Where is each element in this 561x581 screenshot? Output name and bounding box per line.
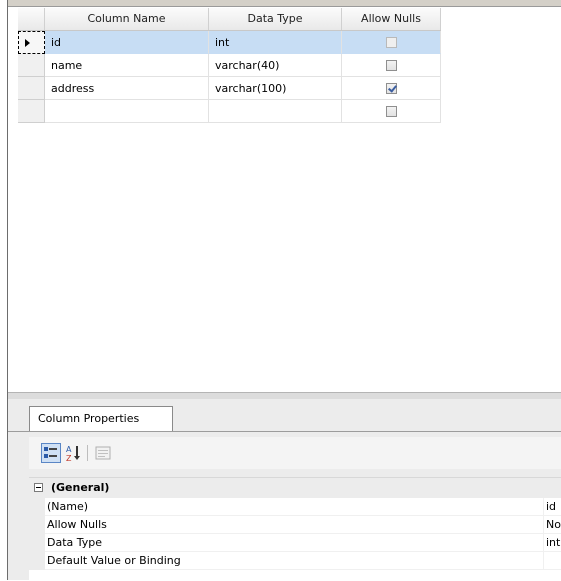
allow-nulls-cell: [342, 77, 441, 100]
property-value[interactable]: int: [543, 534, 561, 552]
property-row[interactable]: Allow Nulls No: [29, 516, 561, 534]
row-selector-header: [18, 8, 45, 30]
column-name-cell[interactable]: id: [45, 31, 209, 54]
property-name: Data Type: [45, 534, 543, 552]
property-name: (Name): [45, 498, 543, 516]
category-label: (General): [51, 481, 110, 494]
toolbar-separator: [87, 445, 88, 461]
allow-nulls-cell: [342, 31, 441, 54]
table-row[interactable]: name varchar(40): [18, 54, 441, 77]
row-selector[interactable]: [18, 77, 45, 100]
property-value[interactable]: id: [543, 498, 561, 516]
categorized-button[interactable]: [41, 443, 61, 463]
data-type-cell[interactable]: [209, 100, 342, 123]
table-row[interactable]: address varchar(100): [18, 77, 441, 100]
collapse-icon[interactable]: [34, 483, 43, 492]
tab-column-properties[interactable]: Column Properties: [29, 406, 173, 431]
property-row[interactable]: Data Type int: [29, 534, 561, 552]
allow-nulls-checkbox[interactable]: [385, 36, 397, 48]
allow-nulls-checkbox[interactable]: [385, 82, 397, 94]
table-row-new[interactable]: [18, 100, 441, 123]
sort-alphabetical-icon: A Z: [66, 445, 80, 463]
document-tab-strip: [8, 0, 561, 7]
allow-nulls-cell: [342, 100, 441, 123]
property-row[interactable]: (Name) id: [29, 498, 561, 516]
column-name-cell[interactable]: name: [45, 54, 209, 77]
grid-header: Column Name Data Type Allow Nulls: [18, 8, 441, 31]
property-grid: (General) (Name) id Allow Nulls No Data …: [29, 477, 561, 581]
row-selector[interactable]: [18, 54, 45, 77]
data-type-cell[interactable]: varchar(100): [209, 77, 342, 100]
data-type-cell[interactable]: int: [209, 31, 342, 54]
alphabetical-button[interactable]: A Z: [65, 443, 85, 463]
allow-nulls-cell: [342, 54, 441, 77]
svg-text:Z: Z: [66, 454, 72, 463]
property-value[interactable]: [543, 552, 561, 570]
allow-nulls-checkbox[interactable]: [385, 105, 397, 117]
column-grid: Column Name Data Type Allow Nulls id int…: [18, 8, 441, 123]
column-name-cell[interactable]: address: [45, 77, 209, 100]
header-allow-nulls[interactable]: Allow Nulls: [342, 8, 441, 30]
property-value[interactable]: No: [543, 516, 561, 534]
current-row-arrow-icon: [25, 39, 30, 47]
categorized-icon: [44, 447, 57, 458]
property-pages-button[interactable]: [93, 443, 113, 463]
header-data-type[interactable]: Data Type: [209, 8, 342, 30]
allow-nulls-checkbox[interactable]: [385, 59, 397, 71]
property-name: Default Value or Binding: [45, 552, 543, 570]
data-type-cell[interactable]: varchar(40): [209, 54, 342, 77]
properties-tab-bar: Column Properties: [8, 399, 561, 432]
category-general[interactable]: (General): [29, 478, 561, 498]
column-name-cell[interactable]: [45, 100, 209, 123]
svg-text:A: A: [66, 445, 72, 454]
property-name: Allow Nulls: [45, 516, 543, 534]
column-properties-pane: Column Properties A Z (General) (Name) i…: [8, 399, 561, 581]
properties-toolbar: A Z: [29, 437, 561, 469]
property-row[interactable]: Default Value or Binding: [29, 552, 561, 570]
property-pages-icon: [95, 446, 111, 460]
row-selector[interactable]: [18, 100, 45, 123]
row-selector[interactable]: [18, 31, 45, 54]
header-column-name[interactable]: Column Name: [45, 8, 209, 30]
table-row[interactable]: id int: [18, 31, 441, 54]
